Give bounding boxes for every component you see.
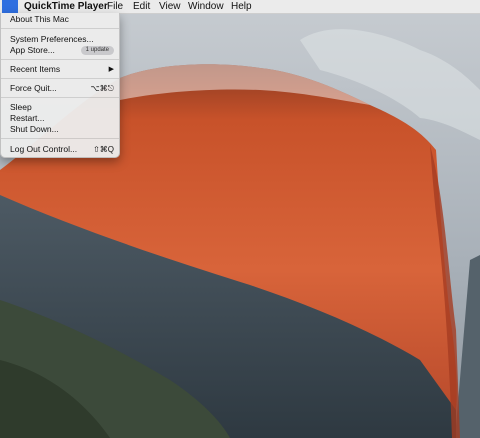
- menu-item-label: System Preferences...: [10, 34, 94, 44]
- menu-item-label: Force Quit...: [10, 83, 57, 93]
- menu-window[interactable]: Window: [188, 0, 224, 13]
- submenu-arrow-icon: ▶: [108, 66, 114, 73]
- menu-item-sleep[interactable]: Sleep: [1, 102, 119, 113]
- menu-item-system-preferences[interactable]: System Preferences...: [1, 34, 119, 45]
- menu-file[interactable]: File: [107, 0, 123, 13]
- update-badge: 1 update: [80, 46, 114, 55]
- menu-item-label: Sleep: [10, 102, 32, 112]
- menu-item-label: Log Out Control...: [10, 144, 78, 154]
- menu-item-restart[interactable]: Restart...: [1, 113, 119, 124]
- menu-help[interactable]: Help: [231, 0, 252, 13]
- menu-item-app-store[interactable]: App Store... 1 update: [1, 45, 119, 56]
- menu-item-log-out[interactable]: Log Out Control... ⇧⌘Q: [1, 144, 119, 155]
- menu-separator: [1, 28, 119, 29]
- menu-item-recent-items[interactable]: Recent Items ▶: [1, 64, 119, 75]
- keyboard-shortcut: ⇧⌘Q: [93, 145, 114, 154]
- menu-item-label: Recent Items: [10, 64, 61, 74]
- apple-menu-button[interactable]: [2, 0, 18, 13]
- menu-item-label: Restart...: [10, 113, 45, 123]
- menu-item-force-quit[interactable]: Force Quit... ⌥⌘⎋: [1, 83, 119, 94]
- menu-item-label: Shut Down...: [10, 124, 59, 134]
- keyboard-shortcut: ⌥⌘⎋: [90, 84, 114, 93]
- menu-item-label: About This Mac: [10, 14, 69, 24]
- app-menu-quicktime[interactable]: QuickTime Player: [24, 0, 108, 13]
- menu-edit[interactable]: Edit: [133, 0, 150, 13]
- menu-separator: [1, 97, 119, 98]
- menu-bar: QuickTime Player File Edit View Window H…: [0, 0, 480, 14]
- menu-separator: [1, 59, 119, 60]
- menu-item-shut-down[interactable]: Shut Down...: [1, 124, 119, 135]
- menu-separator: [1, 138, 119, 139]
- menu-view[interactable]: View: [159, 0, 181, 13]
- apple-menu-dropdown: About This Mac System Preferences... App…: [0, 13, 120, 158]
- menu-item-label: App Store...: [10, 45, 55, 55]
- menu-item-about[interactable]: About This Mac: [1, 14, 119, 25]
- menu-separator: [1, 78, 119, 79]
